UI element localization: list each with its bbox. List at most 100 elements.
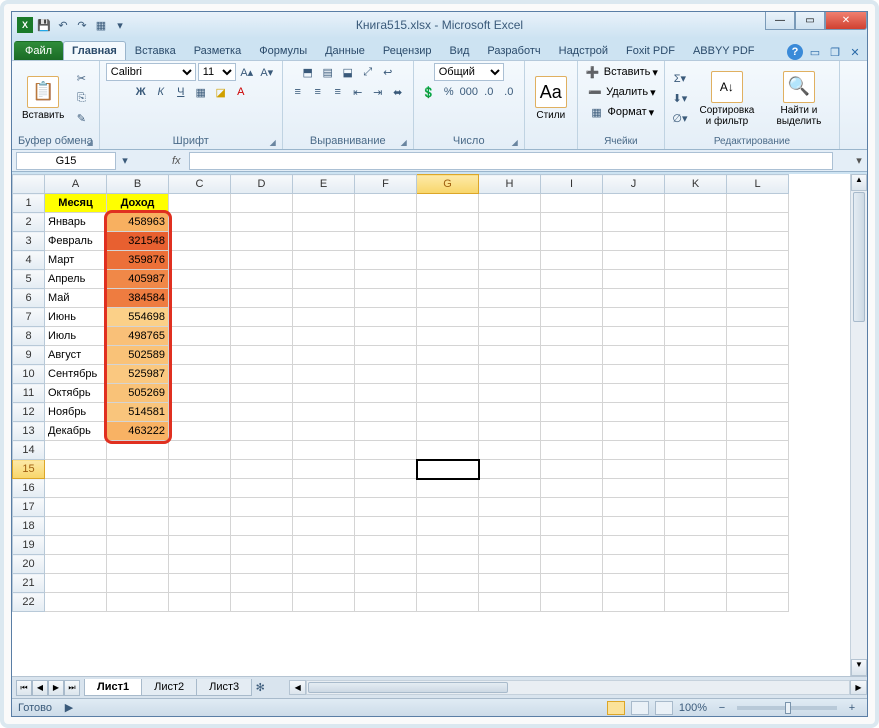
cell-I8[interactable] — [541, 327, 603, 346]
cell-B4[interactable]: 359876 — [107, 251, 169, 270]
format-painter-icon[interactable]: ✎ — [72, 109, 90, 127]
cell-K21[interactable] — [665, 574, 727, 593]
cell-B10[interactable]: 525987 — [107, 365, 169, 384]
cells-format-button[interactable]: ▦Формат▾ — [588, 103, 655, 121]
cell-A10[interactable]: Сентябрь — [45, 365, 107, 384]
cell-G22[interactable] — [417, 593, 479, 612]
cell-G1[interactable] — [417, 194, 479, 213]
cell-J16[interactable] — [603, 479, 665, 498]
cell-G2[interactable] — [417, 213, 479, 232]
cell-I18[interactable] — [541, 517, 603, 536]
col-header-K[interactable]: K — [665, 175, 727, 194]
cell-J13[interactable] — [603, 422, 665, 441]
cell-J11[interactable] — [603, 384, 665, 403]
cell-I21[interactable] — [541, 574, 603, 593]
cell-H1[interactable] — [479, 194, 541, 213]
cell-G3[interactable] — [417, 232, 479, 251]
cell-D12[interactable] — [231, 403, 293, 422]
cell-B1[interactable]: Доход — [107, 194, 169, 213]
cell-A17[interactable] — [45, 498, 107, 517]
cell-I1[interactable] — [541, 194, 603, 213]
cell-B6[interactable]: 384584 — [107, 289, 169, 308]
scroll-right-icon[interactable]: ▶ — [850, 680, 867, 695]
cell-C4[interactable] — [169, 251, 231, 270]
cell-K6[interactable] — [665, 289, 727, 308]
cell-F20[interactable] — [355, 555, 417, 574]
cell-B3[interactable]: 321548 — [107, 232, 169, 251]
cell-F1[interactable] — [355, 194, 417, 213]
minimize-ribbon-icon[interactable]: ▭ — [807, 44, 823, 60]
tab-формулы[interactable]: Формулы — [250, 41, 316, 60]
cell-E2[interactable] — [293, 213, 355, 232]
align-top-icon[interactable]: ⬒ — [299, 63, 317, 81]
cell-G10[interactable] — [417, 365, 479, 384]
zoom-out-icon[interactable]: − — [713, 699, 731, 717]
cell-G11[interactable] — [417, 384, 479, 403]
align-center-icon[interactable]: ≡ — [309, 83, 327, 101]
cell-K13[interactable] — [665, 422, 727, 441]
cell-H16[interactable] — [479, 479, 541, 498]
cell-H4[interactable] — [479, 251, 541, 270]
comma-icon[interactable]: 000 — [460, 83, 478, 101]
cell-C9[interactable] — [169, 346, 231, 365]
hscroll-thumb[interactable] — [308, 682, 508, 693]
cell-C5[interactable] — [169, 270, 231, 289]
cell-L1[interactable] — [727, 194, 789, 213]
row-header-4[interactable]: 4 — [13, 251, 45, 270]
tab-foxit pdf[interactable]: Foxit PDF — [617, 41, 684, 60]
cell-I20[interactable] — [541, 555, 603, 574]
cell-L8[interactable] — [727, 327, 789, 346]
cell-L21[interactable] — [727, 574, 789, 593]
align-middle-icon[interactable]: ▤ — [319, 63, 337, 81]
zoom-level[interactable]: 100% — [679, 702, 707, 714]
col-header-L[interactable]: L — [727, 175, 789, 194]
cell-B13[interactable]: 463222 — [107, 422, 169, 441]
cell-J2[interactable] — [603, 213, 665, 232]
cell-F6[interactable] — [355, 289, 417, 308]
merge-icon[interactable]: ⬌ — [389, 83, 407, 101]
cell-B15[interactable] — [107, 460, 169, 479]
cell-J8[interactable] — [603, 327, 665, 346]
cell-F10[interactable] — [355, 365, 417, 384]
cell-A22[interactable] — [45, 593, 107, 612]
cell-I17[interactable] — [541, 498, 603, 517]
find-select-button[interactable]: 🔍 Найти и выделить — [765, 69, 833, 129]
cell-D11[interactable] — [231, 384, 293, 403]
cell-K16[interactable] — [665, 479, 727, 498]
cell-B12[interactable]: 514581 — [107, 403, 169, 422]
font-color-icon[interactable]: A — [232, 83, 250, 101]
cell-J22[interactable] — [603, 593, 665, 612]
sheet-tab-Лист3[interactable]: Лист3 — [196, 679, 252, 696]
row-header-18[interactable]: 18 — [13, 517, 45, 536]
cell-H10[interactable] — [479, 365, 541, 384]
tab-разметка[interactable]: Разметка — [185, 41, 251, 60]
cell-K8[interactable] — [665, 327, 727, 346]
increase-decimal-icon[interactable]: .0 — [480, 83, 498, 101]
cell-J4[interactable] — [603, 251, 665, 270]
cell-D20[interactable] — [231, 555, 293, 574]
cell-J9[interactable] — [603, 346, 665, 365]
cell-E10[interactable] — [293, 365, 355, 384]
cell-E3[interactable] — [293, 232, 355, 251]
cell-K22[interactable] — [665, 593, 727, 612]
cell-L16[interactable] — [727, 479, 789, 498]
row-header-14[interactable]: 14 — [13, 441, 45, 460]
cell-E9[interactable] — [293, 346, 355, 365]
cell-A16[interactable] — [45, 479, 107, 498]
cell-B22[interactable] — [107, 593, 169, 612]
tab-abbyy pdf[interactable]: ABBYY PDF — [684, 41, 764, 60]
cell-I16[interactable] — [541, 479, 603, 498]
cell-A12[interactable]: Ноябрь — [45, 403, 107, 422]
row-header-16[interactable]: 16 — [13, 479, 45, 498]
cell-G14[interactable] — [417, 441, 479, 460]
tab-nav-prev-icon[interactable]: ◀ — [32, 680, 48, 696]
cell-A14[interactable] — [45, 441, 107, 460]
cell-J10[interactable] — [603, 365, 665, 384]
cell-J14[interactable] — [603, 441, 665, 460]
cell-B14[interactable] — [107, 441, 169, 460]
cell-F2[interactable] — [355, 213, 417, 232]
col-header-E[interactable]: E — [293, 175, 355, 194]
page-break-view-button[interactable] — [655, 701, 673, 715]
launcher-icon[interactable]: ◢ — [401, 138, 407, 147]
cell-C3[interactable] — [169, 232, 231, 251]
